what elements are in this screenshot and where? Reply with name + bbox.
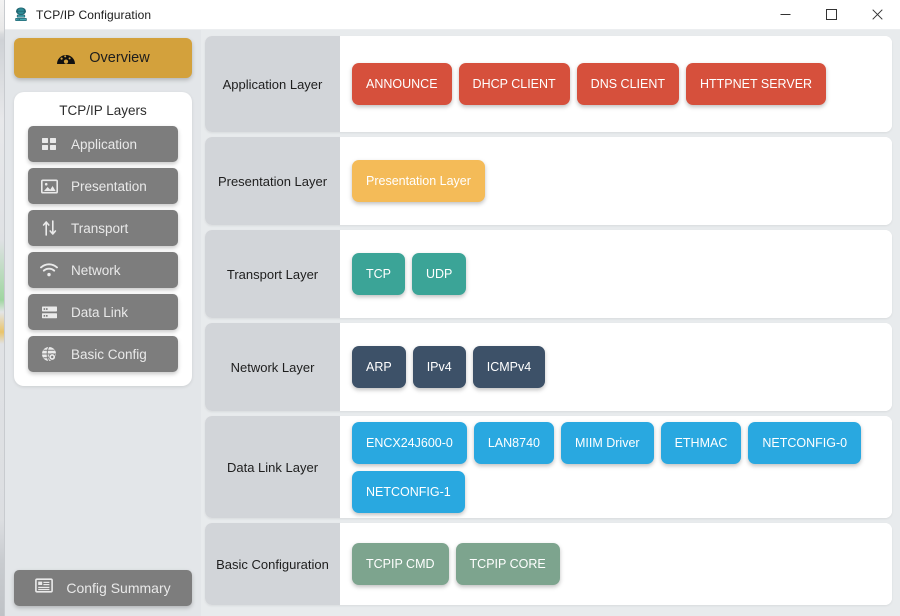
close-icon[interactable] xyxy=(854,0,900,30)
sidebar-item-application[interactable]: Application xyxy=(28,126,178,162)
sidebar-item-basic-config[interactable]: Basic Config xyxy=(28,336,178,372)
chip-tcpip-core[interactable]: TCPIP CORE xyxy=(455,543,560,585)
row-chip-list: TCPIP CMD TCPIP CORE xyxy=(340,523,892,605)
row-chip-list: ANNOUNCE DHCP CLIENT DNS CLIENT HTTPNET … xyxy=(340,36,892,132)
layer-row-data-link: Data Link Layer ENCX24J600-0 LAN8740 MII… xyxy=(205,416,892,518)
layer-row-application: Application Layer ANNOUNCE DHCP CLIENT D… xyxy=(205,36,892,132)
overview-button[interactable]: Overview xyxy=(14,38,192,78)
chip-miim-driver[interactable]: MIIM Driver xyxy=(560,421,654,464)
sidebar-item-label: Presentation xyxy=(71,178,147,194)
image-picture-icon xyxy=(40,177,58,195)
network-stack-icon xyxy=(13,6,29,23)
wifi-signal-icon xyxy=(40,261,58,279)
sidebar-item-network[interactable]: Network xyxy=(28,252,178,288)
sidebar-item-label: Transport xyxy=(71,220,129,236)
chip-icmpv4[interactable]: ICMPv4 xyxy=(472,346,546,388)
layers-panel: Application Layer ANNOUNCE DHCP CLIENT D… xyxy=(201,30,900,616)
row-label: Transport Layer xyxy=(205,230,340,318)
row-label: Data Link Layer xyxy=(205,416,340,518)
row-label: Application Layer xyxy=(205,36,340,132)
row-label: Network Layer xyxy=(205,323,340,411)
row-chip-list: ARP IPv4 ICMPv4 xyxy=(340,323,892,411)
row-chip-list: ENCX24J600-0 LAN8740 MIIM Driver ETHMAC … xyxy=(340,416,892,518)
chip-tcp[interactable]: TCP xyxy=(352,253,405,295)
chip-arp[interactable]: ARP xyxy=(352,346,406,388)
window-title: TCP/IP Configuration xyxy=(36,7,152,22)
sidebar-item-label: Basic Config xyxy=(71,346,147,362)
sidebar-item-data-link[interactable]: Data Link xyxy=(28,294,178,330)
chip-dns-client[interactable]: DNS CLIENT xyxy=(576,63,679,105)
config-summary-button[interactable]: Config Summary xyxy=(14,570,192,606)
layer-row-basic-configuration: Basic Configuration TCPIP CMD TCPIP CORE xyxy=(205,523,892,605)
row-label: Basic Configuration xyxy=(205,523,340,605)
chip-ethmac[interactable]: ETHMAC xyxy=(660,421,742,464)
chip-encx24j600-0[interactable]: ENCX24J600-0 xyxy=(352,421,467,464)
window-body: Overview TCP/IP Layers Application Prese… xyxy=(5,30,900,616)
up-down-arrows-icon xyxy=(40,219,58,237)
globe-gear-icon xyxy=(40,345,58,363)
chip-lan8740[interactable]: LAN8740 xyxy=(473,421,554,464)
chip-netconfig-1[interactable]: NETCONFIG-1 xyxy=(352,470,465,513)
chip-httpnet-server[interactable]: HTTPNET SERVER xyxy=(686,63,827,105)
server-rack-icon xyxy=(40,303,58,321)
dashboard-gauge-icon xyxy=(56,50,76,66)
sidebar: Overview TCP/IP Layers Application Prese… xyxy=(5,30,201,616)
grid-squares-icon xyxy=(40,135,58,153)
overview-button-label: Overview xyxy=(89,50,150,66)
layer-row-network: Network Layer ARP IPv4 ICMPv4 xyxy=(205,323,892,411)
row-chip-list: Presentation Layer xyxy=(340,137,892,225)
chip-announce[interactable]: ANNOUNCE xyxy=(352,63,452,105)
row-label: Presentation Layer xyxy=(205,137,340,225)
chip-presentation-layer[interactable]: Presentation Layer xyxy=(352,160,485,202)
tcpip-layers-card: TCP/IP Layers Application Presentation T… xyxy=(14,92,192,386)
chip-udp[interactable]: UDP xyxy=(412,253,467,295)
tcpip-configuration-window: TCP/IP Configuration Overview TCP/IP Lay… xyxy=(4,0,900,616)
layer-row-transport: Transport Layer TCP UDP xyxy=(205,230,892,318)
chip-tcpip-cmd[interactable]: TCPIP CMD xyxy=(352,543,449,585)
sidebar-item-label: Network xyxy=(71,262,121,278)
row-chip-list: TCP UDP xyxy=(340,230,892,318)
chip-dhcp-client[interactable]: DHCP CLIENT xyxy=(458,63,570,105)
chip-netconfig-0[interactable]: NETCONFIG-0 xyxy=(748,421,862,464)
chip-ipv4[interactable]: IPv4 xyxy=(412,346,466,388)
maximize-icon[interactable] xyxy=(808,0,854,30)
sidebar-item-label: Data Link xyxy=(71,304,129,320)
title-bar: TCP/IP Configuration xyxy=(5,0,900,30)
list-panel-icon xyxy=(35,578,54,598)
sidebar-item-presentation[interactable]: Presentation xyxy=(28,168,178,204)
minimize-icon[interactable] xyxy=(762,0,808,30)
sidebar-item-transport[interactable]: Transport xyxy=(28,210,178,246)
layer-row-presentation: Presentation Layer Presentation Layer xyxy=(205,137,892,225)
sidebar-item-label: Application xyxy=(71,136,138,152)
config-summary-label: Config Summary xyxy=(66,580,171,596)
window-controls xyxy=(762,0,900,30)
tcpip-layers-title: TCP/IP Layers xyxy=(59,103,147,118)
